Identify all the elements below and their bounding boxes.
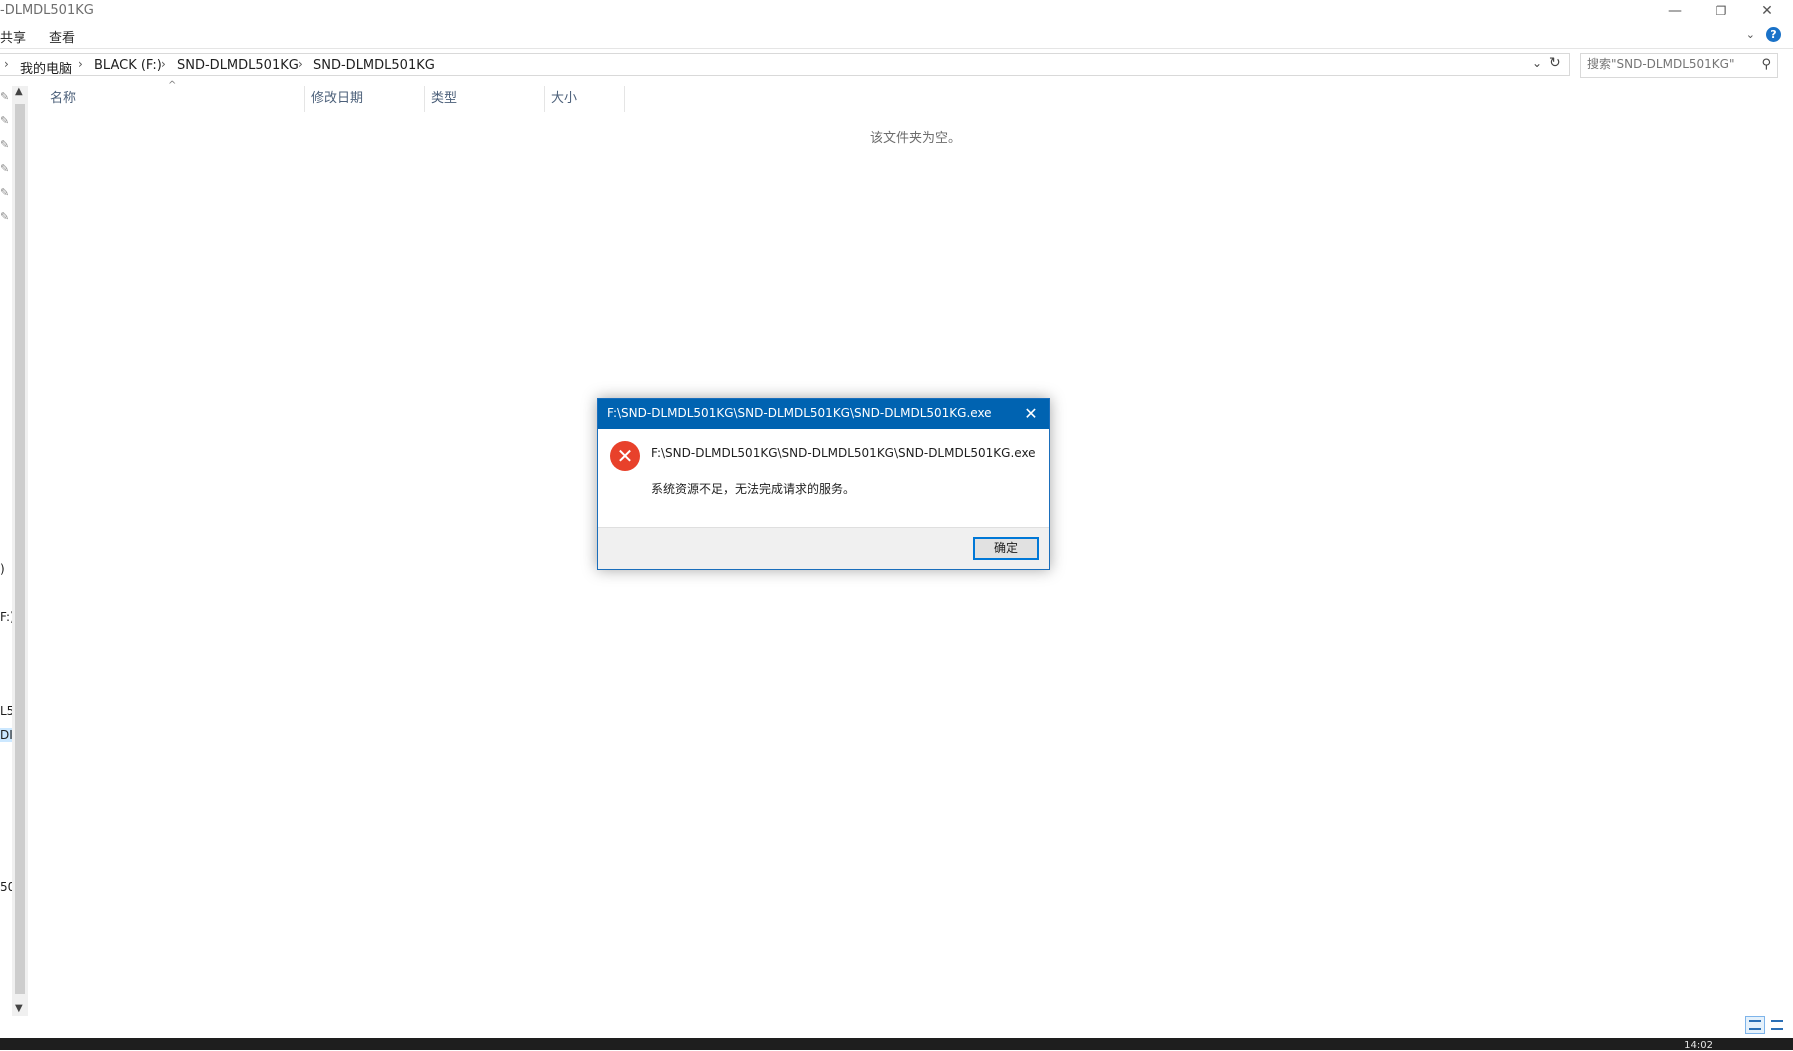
nav-item-selected[interactable]: DI [0,728,13,742]
breadcrumb-my-computer[interactable]: 我的电脑 [20,58,72,77]
error-icon: ✕ [610,441,640,471]
close-window-button[interactable]: ✕ [1744,0,1790,22]
restore-icon: ❐ [1715,4,1727,18]
ribbon-tabs: 共享 查看 ⌄ ? [0,22,1793,49]
scrollbar-thumb[interactable] [15,104,25,994]
restore-button[interactable]: ❐ [1698,0,1744,22]
dialog-message: 系统资源不足，无法完成请求的服务。 [651,482,856,496]
minimize-button[interactable]: — [1652,0,1698,22]
pin-icon[interactable]: ✎ [0,138,9,151]
minimize-icon: — [1668,3,1682,19]
title-bar: -DLMDL501KG — ❐ ✕ [0,0,1793,22]
window-title: -DLMDL501KG [0,3,94,18]
tab-view[interactable]: 查看 [49,27,75,46]
column-name[interactable]: 名称 [34,86,305,112]
dialog-title-bar: F:\SND-DLMDL501KG\SND-DLMDL501KG\SND-DLM… [598,399,1049,429]
dialog-path: F:\SND-DLMDL501KG\SND-DLMDL501KG\SND-DLM… [651,446,1036,460]
column-type[interactable]: 类型 [425,86,545,112]
large-icons-view-button[interactable] [1767,1016,1787,1034]
search-input[interactable] [1587,57,1747,71]
breadcrumb-folder[interactable]: SND-DLMDL501KG [177,58,299,73]
dialog-close-button[interactable]: ✕ [1019,402,1043,426]
error-dialog: F:\SND-DLMDL501KG\SND-DLMDL501KG\SND-DLM… [597,398,1050,570]
help-icon[interactable]: ? [1766,27,1781,42]
nav-item[interactable]: ) [0,562,5,576]
scroll-up-icon[interactable]: ▲ [15,86,23,97]
tab-share[interactable]: 共享 [0,27,26,46]
pin-icon[interactable]: ✎ [0,210,9,223]
close-icon: ✕ [1024,404,1038,423]
chevron-right-icon[interactable]: › [78,57,83,71]
pin-icon[interactable]: ✎ [0,162,9,175]
search-box[interactable]: ⚲ [1580,53,1778,78]
taskbar-clock[interactable]: 14:02 [1684,1040,1713,1051]
pin-icon[interactable]: ✎ [0,90,9,103]
column-size[interactable]: 大小 [545,86,625,112]
column-modified[interactable]: 修改日期 [305,86,425,112]
column-header: 名称 修改日期 类型 大小 [34,86,634,112]
chevron-right-icon[interactable]: › [298,57,303,71]
ribbon-expand-icon[interactable]: ⌄ [1746,28,1755,41]
chevron-right-icon[interactable]: › [161,57,166,71]
address-dropdown-icon[interactable]: ⌄ [1532,56,1542,70]
pin-icon[interactable]: ✎ [0,114,9,127]
search-icon[interactable]: ⚲ [1761,57,1771,72]
ok-button[interactable]: 确定 [973,537,1039,560]
address-bar[interactable]: › 我的电脑 › BLACK (F:) › SND-DLMDL501KG › S… [0,53,1570,77]
dialog-footer: 确定 [598,527,1049,569]
details-view-button[interactable] [1745,1016,1765,1034]
scroll-down-icon[interactable]: ▼ [15,1003,23,1014]
close-icon: ✕ [1761,3,1773,19]
chevron-right-icon[interactable]: › [4,57,9,71]
dialog-title: F:\SND-DLMDL501KG\SND-DLMDL501KG\SND-DLM… [607,406,992,420]
empty-folder-message: 该文件夹为空。 [870,131,962,146]
details-view-icon [1749,1020,1761,1030]
large-icons-view-icon [1771,1020,1783,1030]
refresh-icon[interactable]: ↻ [1549,55,1561,71]
breadcrumb-subfolder[interactable]: SND-DLMDL501KG [313,58,435,73]
taskbar [0,1038,1793,1050]
breadcrumb-drive[interactable]: BLACK (F:) [94,58,162,73]
pin-icon[interactable]: ✎ [0,186,9,199]
nav-scrollbar[interactable]: ▲ ▼ [12,86,28,1016]
